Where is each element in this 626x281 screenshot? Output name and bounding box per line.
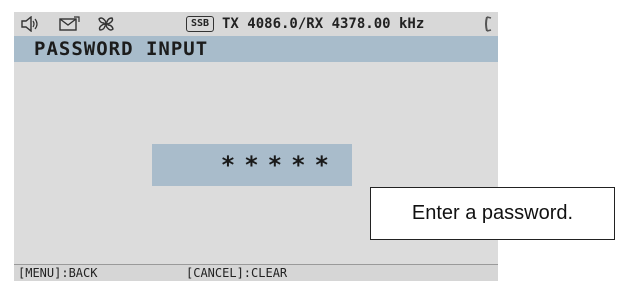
status-bar: SSB TX 4086.0/RX 4378.00 kHz <box>14 12 498 36</box>
mode-badge: SSB <box>186 16 215 32</box>
password-field[interactable]: ***** <box>152 144 352 186</box>
page-title: PASSWORD INPUT <box>34 38 209 60</box>
instruction-callout: Enter a password. <box>370 187 615 240</box>
password-masked-value: ***** <box>220 151 338 179</box>
footer-bar: [MENU]:BACK [CANCEL]:CLEAR <box>14 264 498 281</box>
envelope-icon <box>58 15 80 33</box>
title-bar: PASSWORD INPUT <box>14 36 498 62</box>
frequency-readout: TX 4086.0/RX 4378.00 kHz <box>222 16 425 32</box>
speaker-icon <box>20 15 40 33</box>
device-screen: SSB TX 4086.0/RX 4378.00 kHz PASSWORD IN… <box>14 12 498 281</box>
cancel-clear-hint: [CANCEL]:CLEAR <box>186 266 288 280</box>
fan-icon <box>96 15 116 33</box>
menu-back-hint: [MENU]:BACK <box>18 266 98 280</box>
phone-handset-icon <box>484 16 496 36</box>
